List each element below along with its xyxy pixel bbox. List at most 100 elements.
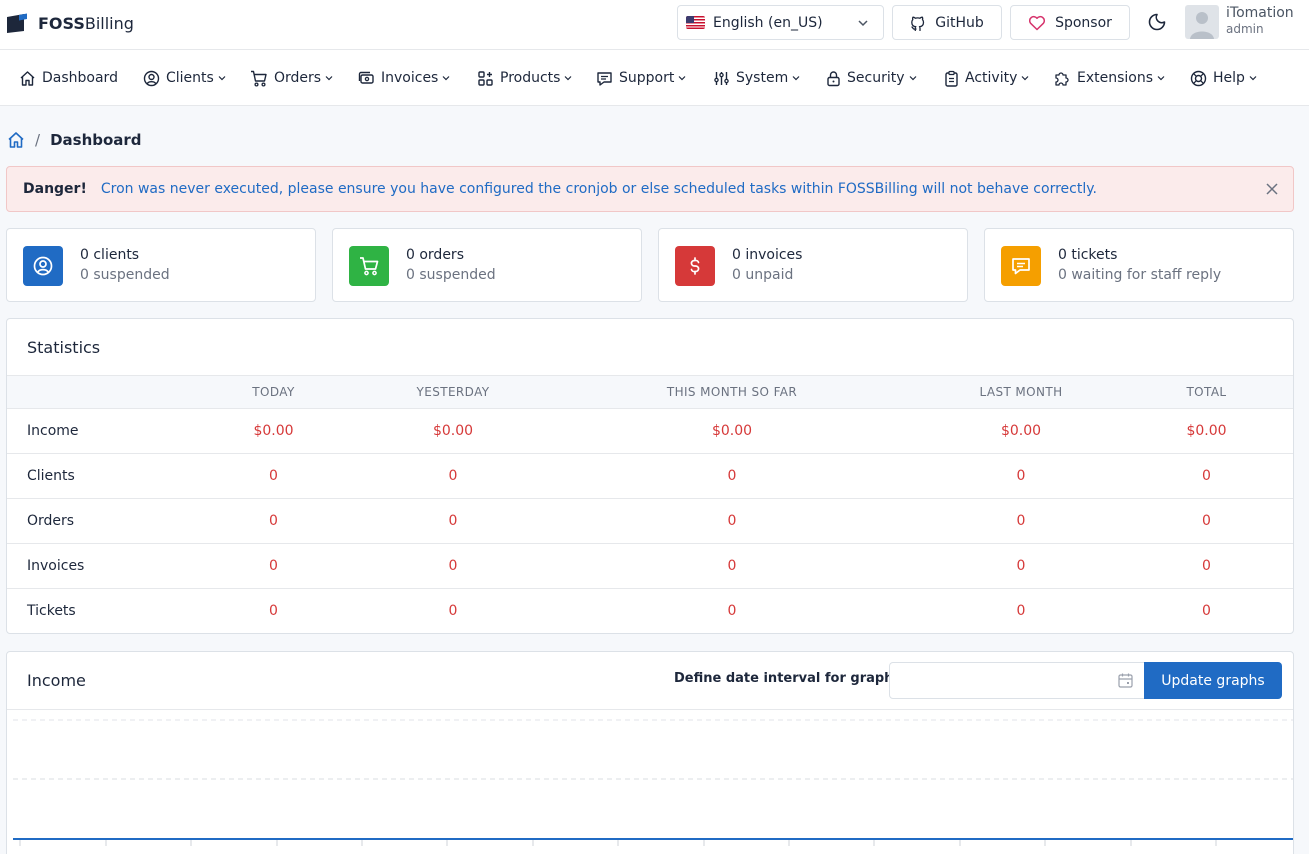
cart-icon [251, 70, 267, 87]
nav-item-invoices[interactable]: Invoices [358, 68, 450, 88]
nav-item-support[interactable]: Support [596, 68, 686, 88]
clients-count: 0 clients [80, 247, 140, 263]
summary-card-tickets[interactable]: 0 tickets 0 waiting for staff reply [984, 228, 1294, 302]
table-cell: 0 [922, 498, 1120, 544]
nav-item-help[interactable]: Help [1190, 68, 1257, 88]
user-name[interactable]: iTomation [1226, 5, 1294, 22]
brand-name: FOSSBilling [38, 13, 134, 33]
sponsor-label: Sponsor [1055, 14, 1112, 31]
invoices-count: 0 invoices [732, 247, 803, 263]
summary-card-orders[interactable]: 0 orders 0 suspended [332, 228, 642, 302]
user-circle-icon [143, 70, 160, 86]
moon-icon[interactable] [1147, 12, 1167, 32]
income-card: Income Define date interval for graphs U… [6, 651, 1294, 854]
statistics-table: Today Yesterday This month so far Last m… [7, 375, 1293, 634]
avatar[interactable] [1185, 5, 1219, 39]
statistics-card: Statistics Today Yesterday This month so… [6, 318, 1294, 634]
message-icon [597, 71, 612, 86]
nav-item-orders[interactable]: Orders [250, 68, 333, 88]
table-cell: 0 [448, 603, 458, 620]
column-header [7, 375, 183, 409]
chevron-down-icon [442, 76, 450, 81]
table-header-row: Today Yesterday This month so far Last m… [7, 375, 1293, 409]
chevron-down-icon [1021, 76, 1029, 81]
brand-logo-link[interactable]: FOSSBilling [6, 11, 134, 35]
chevron-down-icon [858, 20, 868, 27]
table-cell: 0 [922, 453, 1120, 499]
top-bar: FOSSBilling English (en_US) GitHub Spons… [0, 0, 1309, 50]
nav-item-dashboard[interactable]: Dashboard [19, 68, 118, 88]
row-label: Orders [7, 498, 183, 544]
sponsor-button[interactable]: Sponsor [1010, 5, 1130, 40]
table-cell: 0 [1120, 543, 1293, 589]
language-value: English (en_US) [713, 14, 823, 31]
tickets-count: 0 tickets [1058, 247, 1118, 263]
row-label: Income [7, 408, 183, 454]
github-button[interactable]: GitHub [892, 5, 1002, 40]
table-cell: 0 [183, 543, 364, 589]
invoice-icon [358, 71, 374, 84]
nav-item-extensions[interactable]: Extensions [1053, 68, 1165, 88]
table-cell: 0 [922, 543, 1120, 589]
home-icon[interactable] [7, 131, 25, 149]
nav-item-security[interactable]: Security [826, 68, 917, 88]
table-row: Tickets 0 0 0 0 0 [7, 589, 1293, 634]
summary-icon-box [1001, 246, 1041, 286]
tickets-waiting: 0 waiting for staff reply [1058, 267, 1222, 283]
income-graph [13, 719, 1293, 846]
nav-item-products[interactable]: Products [477, 68, 572, 88]
table-cell: 0 [183, 453, 364, 499]
orders-count: 0 orders [406, 247, 464, 263]
table-cell: 0 [1120, 498, 1293, 544]
table-cell: $0.00 [183, 408, 364, 454]
lifebuoy-icon [1190, 70, 1207, 86]
main-nav: Dashboard Clients Orders Invoices Produc… [0, 50, 1309, 106]
chevron-down-icon [565, 76, 572, 81]
column-header: Today [183, 375, 364, 409]
lock-icon [827, 70, 840, 86]
chevron-down-icon [909, 76, 916, 81]
summary-card-clients[interactable]: 0 clients 0 suspended [6, 228, 316, 302]
chevron-down-icon [1249, 76, 1257, 81]
orders-suspended: 0 suspended [406, 267, 496, 283]
column-header: Yesterday [364, 375, 542, 409]
user-circle-icon [33, 256, 53, 276]
chevron-down-icon [1157, 76, 1165, 81]
dollar-icon [690, 257, 700, 275]
chevron-down-icon [218, 76, 226, 81]
table-cell: 0 [269, 603, 278, 620]
alert-message: Cron was never executed, please ensure y… [100, 181, 1097, 197]
summary-icon-box [675, 246, 715, 286]
language-select[interactable]: English (en_US) [677, 5, 884, 40]
adjustments-icon [714, 71, 729, 85]
danger-alert: Danger! Cron was never executed, please … [6, 166, 1294, 212]
github-label: GitHub [935, 14, 984, 31]
update-graphs-button[interactable]: Update graphs [1144, 662, 1282, 699]
date-interval-label: Define date interval for graphs [674, 671, 902, 686]
income-title: Income [27, 671, 86, 690]
table-cell: 0 [1016, 603, 1026, 620]
chevron-down-icon [792, 76, 800, 81]
table-row: Income $0.00 $0.00 $0.00 $0.00 $0.00 [7, 408, 1293, 454]
summary-card-invoices[interactable]: 0 invoices 0 unpaid [658, 228, 968, 302]
table-row: Clients 0 0 0 0 0 [7, 453, 1293, 499]
date-interval-input[interactable] [889, 662, 1145, 699]
github-icon [911, 16, 925, 31]
table-cell: 0 [542, 543, 922, 589]
close-icon[interactable] [1265, 182, 1279, 196]
table-cell: 0 [542, 453, 922, 499]
table-cell: $0.00 [364, 408, 542, 454]
nav-item-system[interactable]: System [713, 68, 800, 88]
nav-item-clients[interactable]: Clients [143, 68, 226, 88]
breadcrumb-current: Dashboard [50, 131, 142, 149]
apps-icon [478, 70, 493, 86]
message-icon [1012, 258, 1030, 275]
column-header: This month so far [542, 375, 922, 409]
graph-x-ticks [19, 840, 1217, 846]
nav-item-activity[interactable]: Activity [944, 68, 1029, 88]
foss-logo-icon [7, 13, 27, 33]
table-cell: 0 [1120, 453, 1293, 499]
user-avatar-icon [1190, 12, 1214, 39]
table-cell: 0 [727, 603, 737, 620]
clients-suspended: 0 suspended [80, 267, 170, 283]
